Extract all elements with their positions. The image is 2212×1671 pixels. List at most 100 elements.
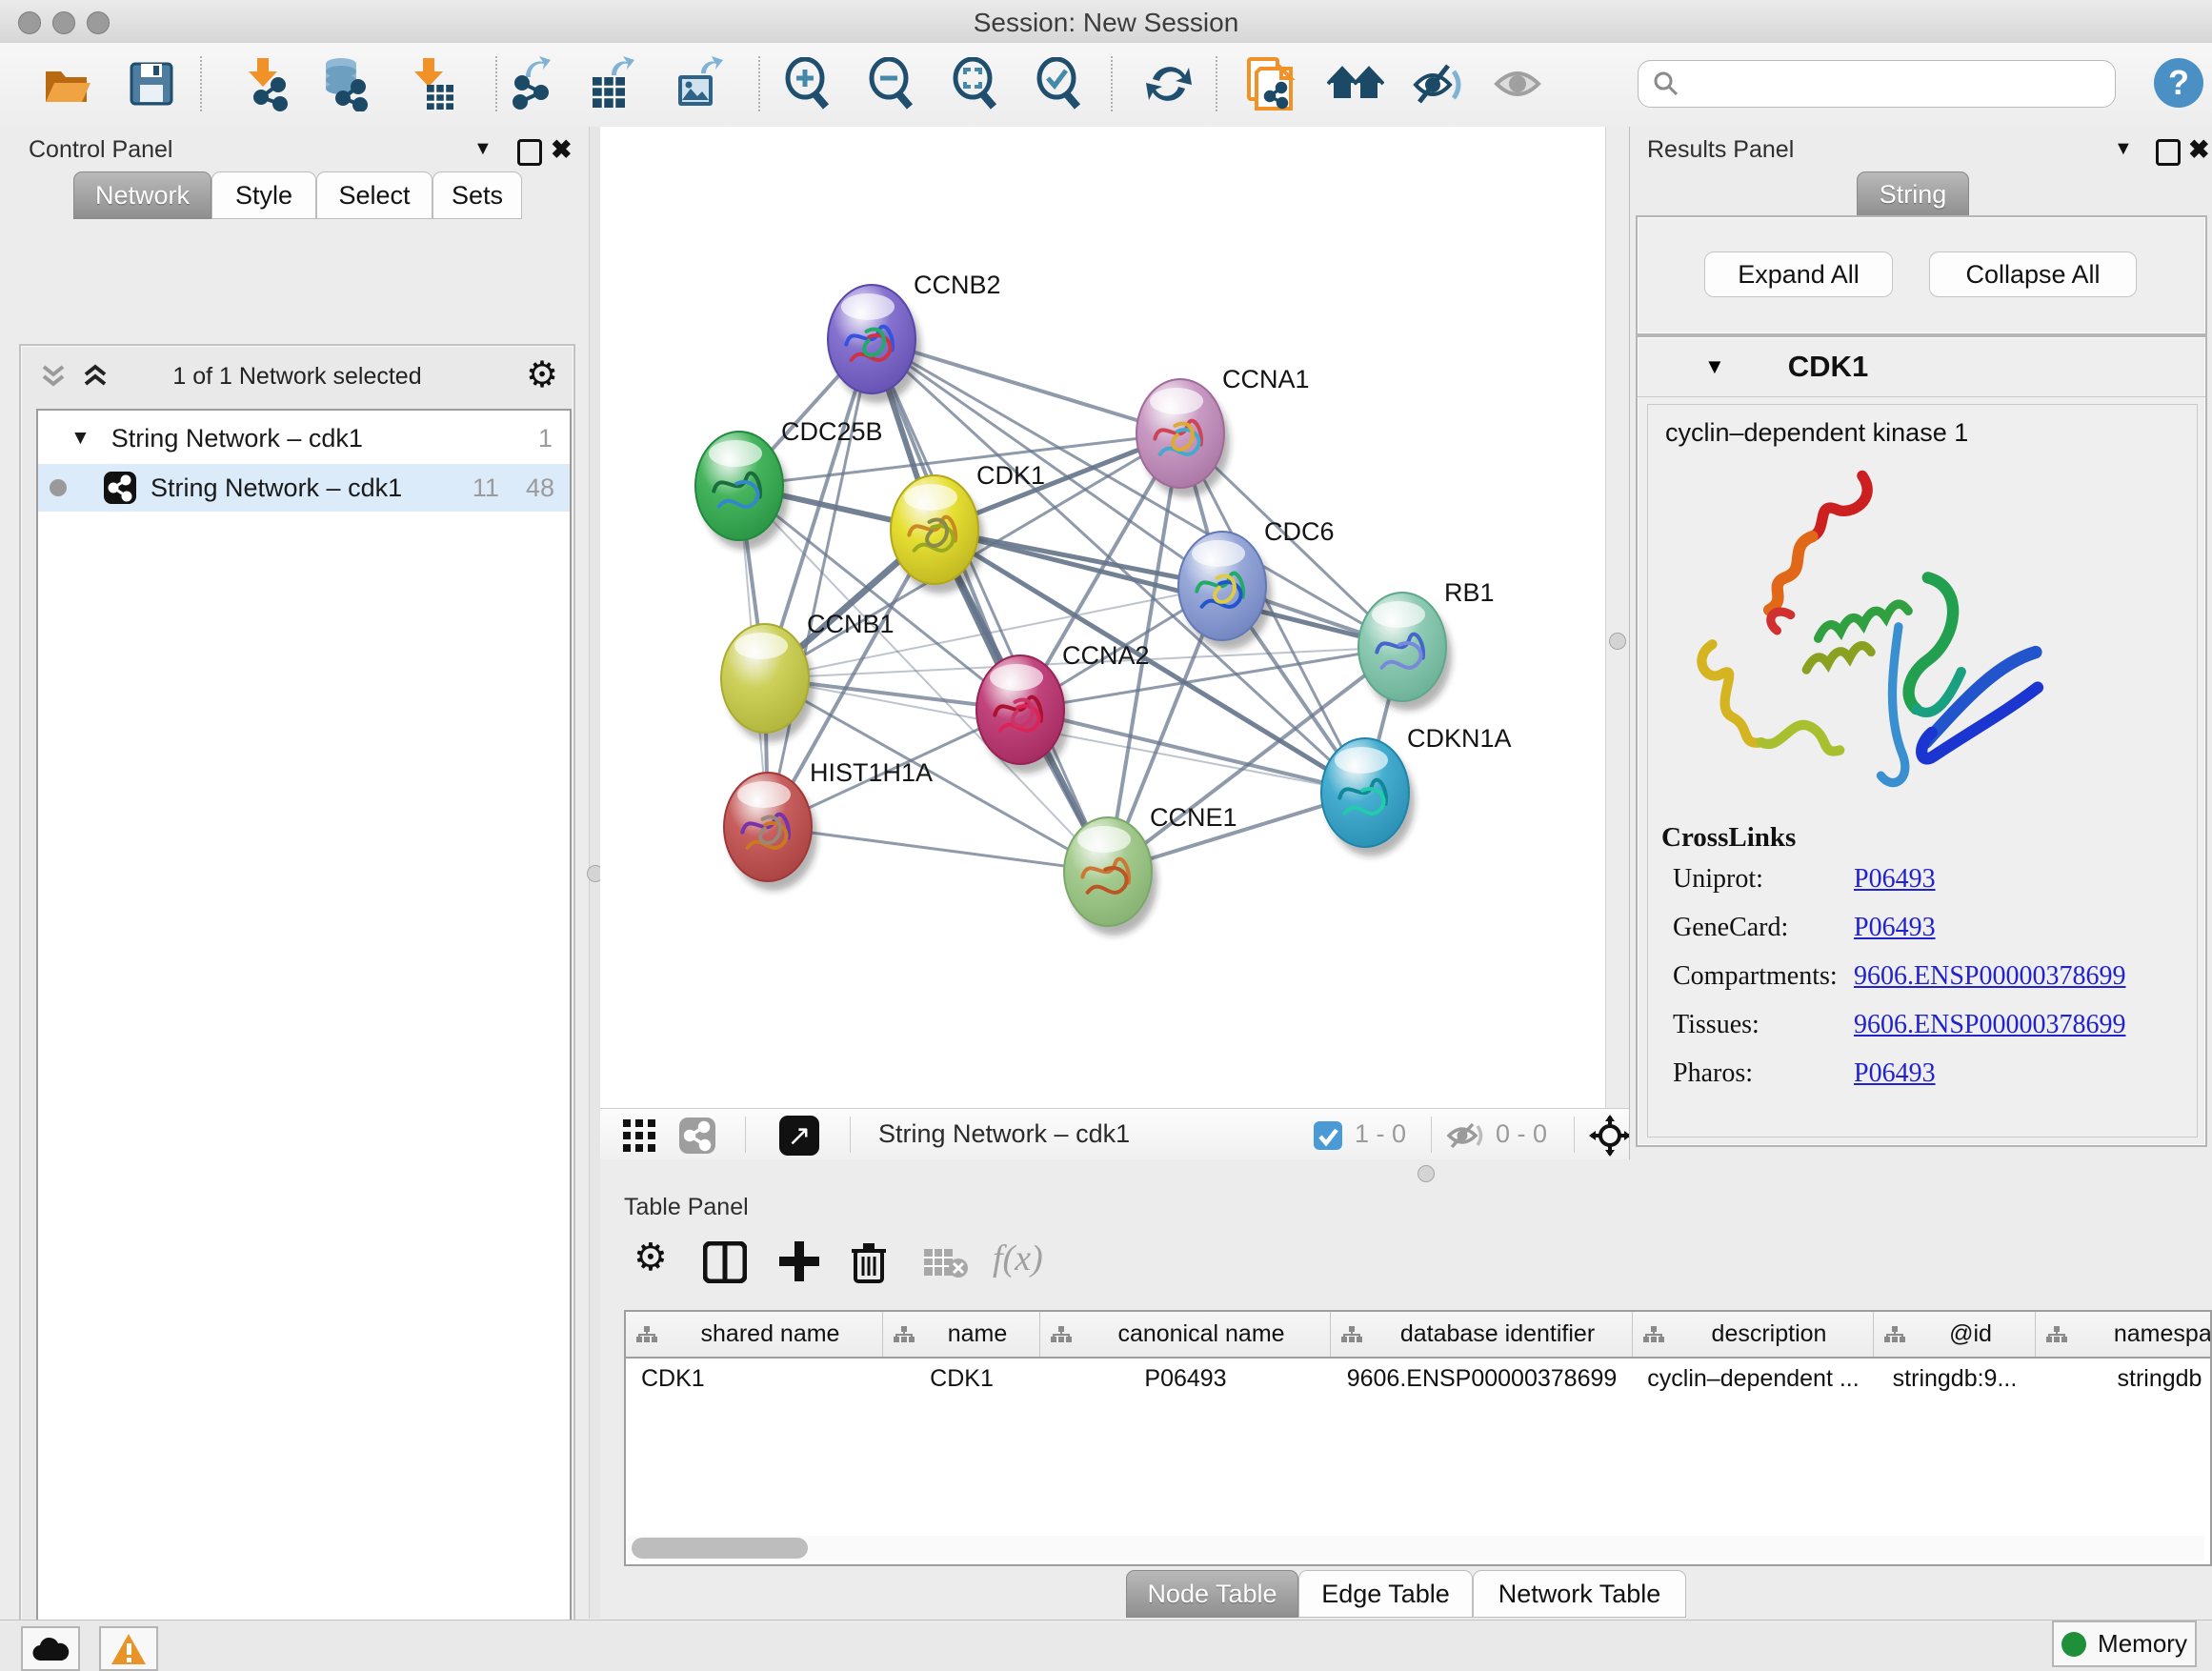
- table-panel: Table Panel ⚙ f(x) shared namenamecanoni…: [600, 1186, 2212, 1620]
- float-panel-menu-icon[interactable]: ▼: [2114, 138, 2133, 160]
- help-button[interactable]: ?: [2154, 58, 2203, 108]
- network-node-CCNB2[interactable]: CCNB2: [828, 271, 1001, 403]
- right-splitter[interactable]: [1605, 127, 1630, 1108]
- network-options-gear-icon[interactable]: ⚙: [526, 353, 558, 396]
- import-table-button[interactable]: [400, 54, 459, 113]
- table-cell[interactable]: CDK1: [626, 1359, 883, 1399]
- tab-edge-table[interactable]: Edge Table: [1298, 1570, 1473, 1618]
- apply-layout-button[interactable]: [1139, 54, 1198, 113]
- network-edge[interactable]: [768, 339, 872, 827]
- save-session-button[interactable]: [122, 54, 181, 113]
- search-input[interactable]: [1690, 69, 2115, 100]
- table-cell[interactable]: CDK1: [883, 1359, 1040, 1399]
- table-horizontal-scrollbar[interactable]: [628, 1536, 2204, 1560]
- tab-network-table[interactable]: Network Table: [1473, 1570, 1686, 1618]
- column-header-shared-name[interactable]: shared name: [626, 1312, 883, 1357]
- zoom-fit-button[interactable]: [947, 54, 1006, 113]
- import-network-from-database-button[interactable]: [314, 54, 373, 113]
- grid-view-icon[interactable]: [623, 1119, 657, 1152]
- column-header-namespace[interactable]: namespace: [2036, 1312, 2212, 1357]
- network-node-HIST1H1A[interactable]: HIST1H1A: [724, 758, 933, 891]
- close-panel-icon[interactable]: ✖: [551, 135, 573, 165]
- string-change-confidence-button[interactable]: [1326, 54, 1385, 113]
- tab-node-table[interactable]: Node Table: [1126, 1570, 1298, 1618]
- crosslink-link[interactable]: 9606.ENSP00000378699: [1854, 961, 2125, 992]
- export-image-button[interactable]: [671, 54, 730, 113]
- show-all-button[interactable]: [1490, 54, 1549, 113]
- export-table-button[interactable]: [585, 54, 644, 113]
- splitter-grip[interactable]: [1609, 633, 1626, 650]
- network-edge[interactable]: [872, 339, 1108, 872]
- zoom-in-button[interactable]: [779, 54, 838, 113]
- warnings-button[interactable]: [99, 1626, 158, 1671]
- network-collection-row[interactable]: ▼ String Network – cdk1 1: [38, 414, 570, 462]
- table-options-gear-icon[interactable]: ⚙: [633, 1236, 668, 1279]
- column-header-canonical-name[interactable]: canonical name: [1040, 1312, 1331, 1357]
- hide-unselected-button[interactable]: [1410, 54, 1469, 113]
- tab-network[interactable]: Network: [73, 171, 211, 219]
- zoom-out-button[interactable]: [863, 54, 922, 113]
- collection-expand-arrow-icon[interactable]: ▼: [70, 427, 90, 450]
- horizontal-splitter[interactable]: [600, 1159, 2212, 1186]
- column-header--id[interactable]: @id: [1874, 1312, 2036, 1357]
- crosslink-link[interactable]: P06493: [1854, 864, 1936, 895]
- crosslink-link[interactable]: P06493: [1854, 913, 1936, 943]
- expand-all-button[interactable]: Expand All: [1704, 252, 1893, 297]
- tab-select[interactable]: Select: [316, 171, 432, 219]
- table-cell[interactable]: P06493: [1040, 1359, 1331, 1399]
- gene-expand-arrow-icon[interactable]: ▼: [1704, 354, 1725, 379]
- tab-string[interactable]: String: [1857, 171, 1969, 217]
- tab-style[interactable]: Style: [211, 171, 316, 219]
- table-cell[interactable]: cyclin–dependent ...: [1633, 1359, 1874, 1399]
- scrollbar-thumb[interactable]: [632, 1538, 808, 1559]
- open-session-button[interactable]: [38, 54, 97, 113]
- tab-sets[interactable]: Sets: [432, 171, 522, 219]
- show-columns-icon[interactable]: [703, 1241, 747, 1283]
- network-share-icon[interactable]: [678, 1117, 716, 1155]
- column-header-name[interactable]: name: [883, 1312, 1040, 1357]
- network-node-CCNE1[interactable]: CCNE1: [1064, 803, 1237, 936]
- collapse-all-button[interactable]: Collapse All: [1929, 252, 2137, 297]
- close-panel-icon[interactable]: ✖: [2188, 135, 2210, 165]
- collection-name: String Network – cdk1: [111, 424, 363, 453]
- delete-column-trash-icon[interactable]: [850, 1239, 888, 1285]
- hidden-eye-slash-icon[interactable]: [1446, 1120, 1484, 1151]
- search-box[interactable]: [1638, 60, 2116, 108]
- network-row-selected[interactable]: String Network – cdk1 11 48: [38, 464, 570, 512]
- float-panel-menu-icon[interactable]: ▼: [473, 138, 493, 160]
- splitter-grip[interactable]: [1418, 1165, 1435, 1182]
- column-header-description[interactable]: description: [1633, 1312, 1874, 1357]
- network-node-CDKN1A[interactable]: CDKN1A: [1321, 724, 1512, 856]
- network-node-RB1[interactable]: RB1: [1358, 578, 1495, 711]
- float-panel-icon[interactable]: [517, 139, 542, 166]
- network-edge[interactable]: [768, 827, 1108, 872]
- network-node-CCNB1[interactable]: CCNB1: [721, 610, 895, 742]
- table-row[interactable]: CDK1CDK1P064939606.ENSP00000378699cyclin…: [626, 1359, 2212, 1399]
- network-node-CDC6[interactable]: CDC6: [1178, 517, 1335, 650]
- table-cell[interactable]: 9606.ENSP00000378699: [1331, 1359, 1633, 1399]
- birdseye-view-icon[interactable]: ↗: [779, 1116, 819, 1156]
- zoom-selected-button[interactable]: [1031, 54, 1090, 113]
- fit-content-crosshair-icon[interactable]: [1589, 1115, 1631, 1157]
- import-network-button[interactable]: [234, 54, 293, 113]
- selected-nodes-checkbox-icon[interactable]: [1313, 1120, 1343, 1151]
- export-network-button[interactable]: [503, 54, 562, 113]
- crosslink-link[interactable]: P06493: [1854, 1058, 1936, 1089]
- table-cell[interactable]: stringdb:9...: [1874, 1359, 2036, 1399]
- string-copy-network-button[interactable]: [1240, 54, 1299, 113]
- network-node-CDC25B[interactable]: CDC25B: [695, 417, 883, 550]
- node-label: HIST1H1A: [810, 758, 933, 787]
- network-node-CCNA2[interactable]: CCNA2: [976, 641, 1150, 774]
- float-panel-icon[interactable]: [2156, 139, 2181, 166]
- crosslink-link[interactable]: 9606.ENSP00000378699: [1854, 1010, 2125, 1040]
- gene-header-row[interactable]: ▼ CDK1: [1638, 337, 2205, 397]
- network-view-canvas[interactable]: CCNB2CCNA1CDC25BCDK1CDC6RB1CCNB1CCNA2CDK…: [600, 127, 1605, 1108]
- results-buttons-box: Expand All Collapse All: [1636, 215, 2207, 335]
- network-edge[interactable]: [1020, 710, 1365, 793]
- network-node-CCNA1[interactable]: CCNA1: [1136, 365, 1310, 497]
- add-column-icon[interactable]: [777, 1239, 821, 1283]
- column-header-database-identifier[interactable]: database identifier: [1331, 1312, 1633, 1357]
- table-cell[interactable]: stringdb: [2036, 1359, 2212, 1399]
- memory-button[interactable]: Memory: [2052, 1621, 2197, 1667]
- cloud-status-button[interactable]: [21, 1626, 80, 1671]
